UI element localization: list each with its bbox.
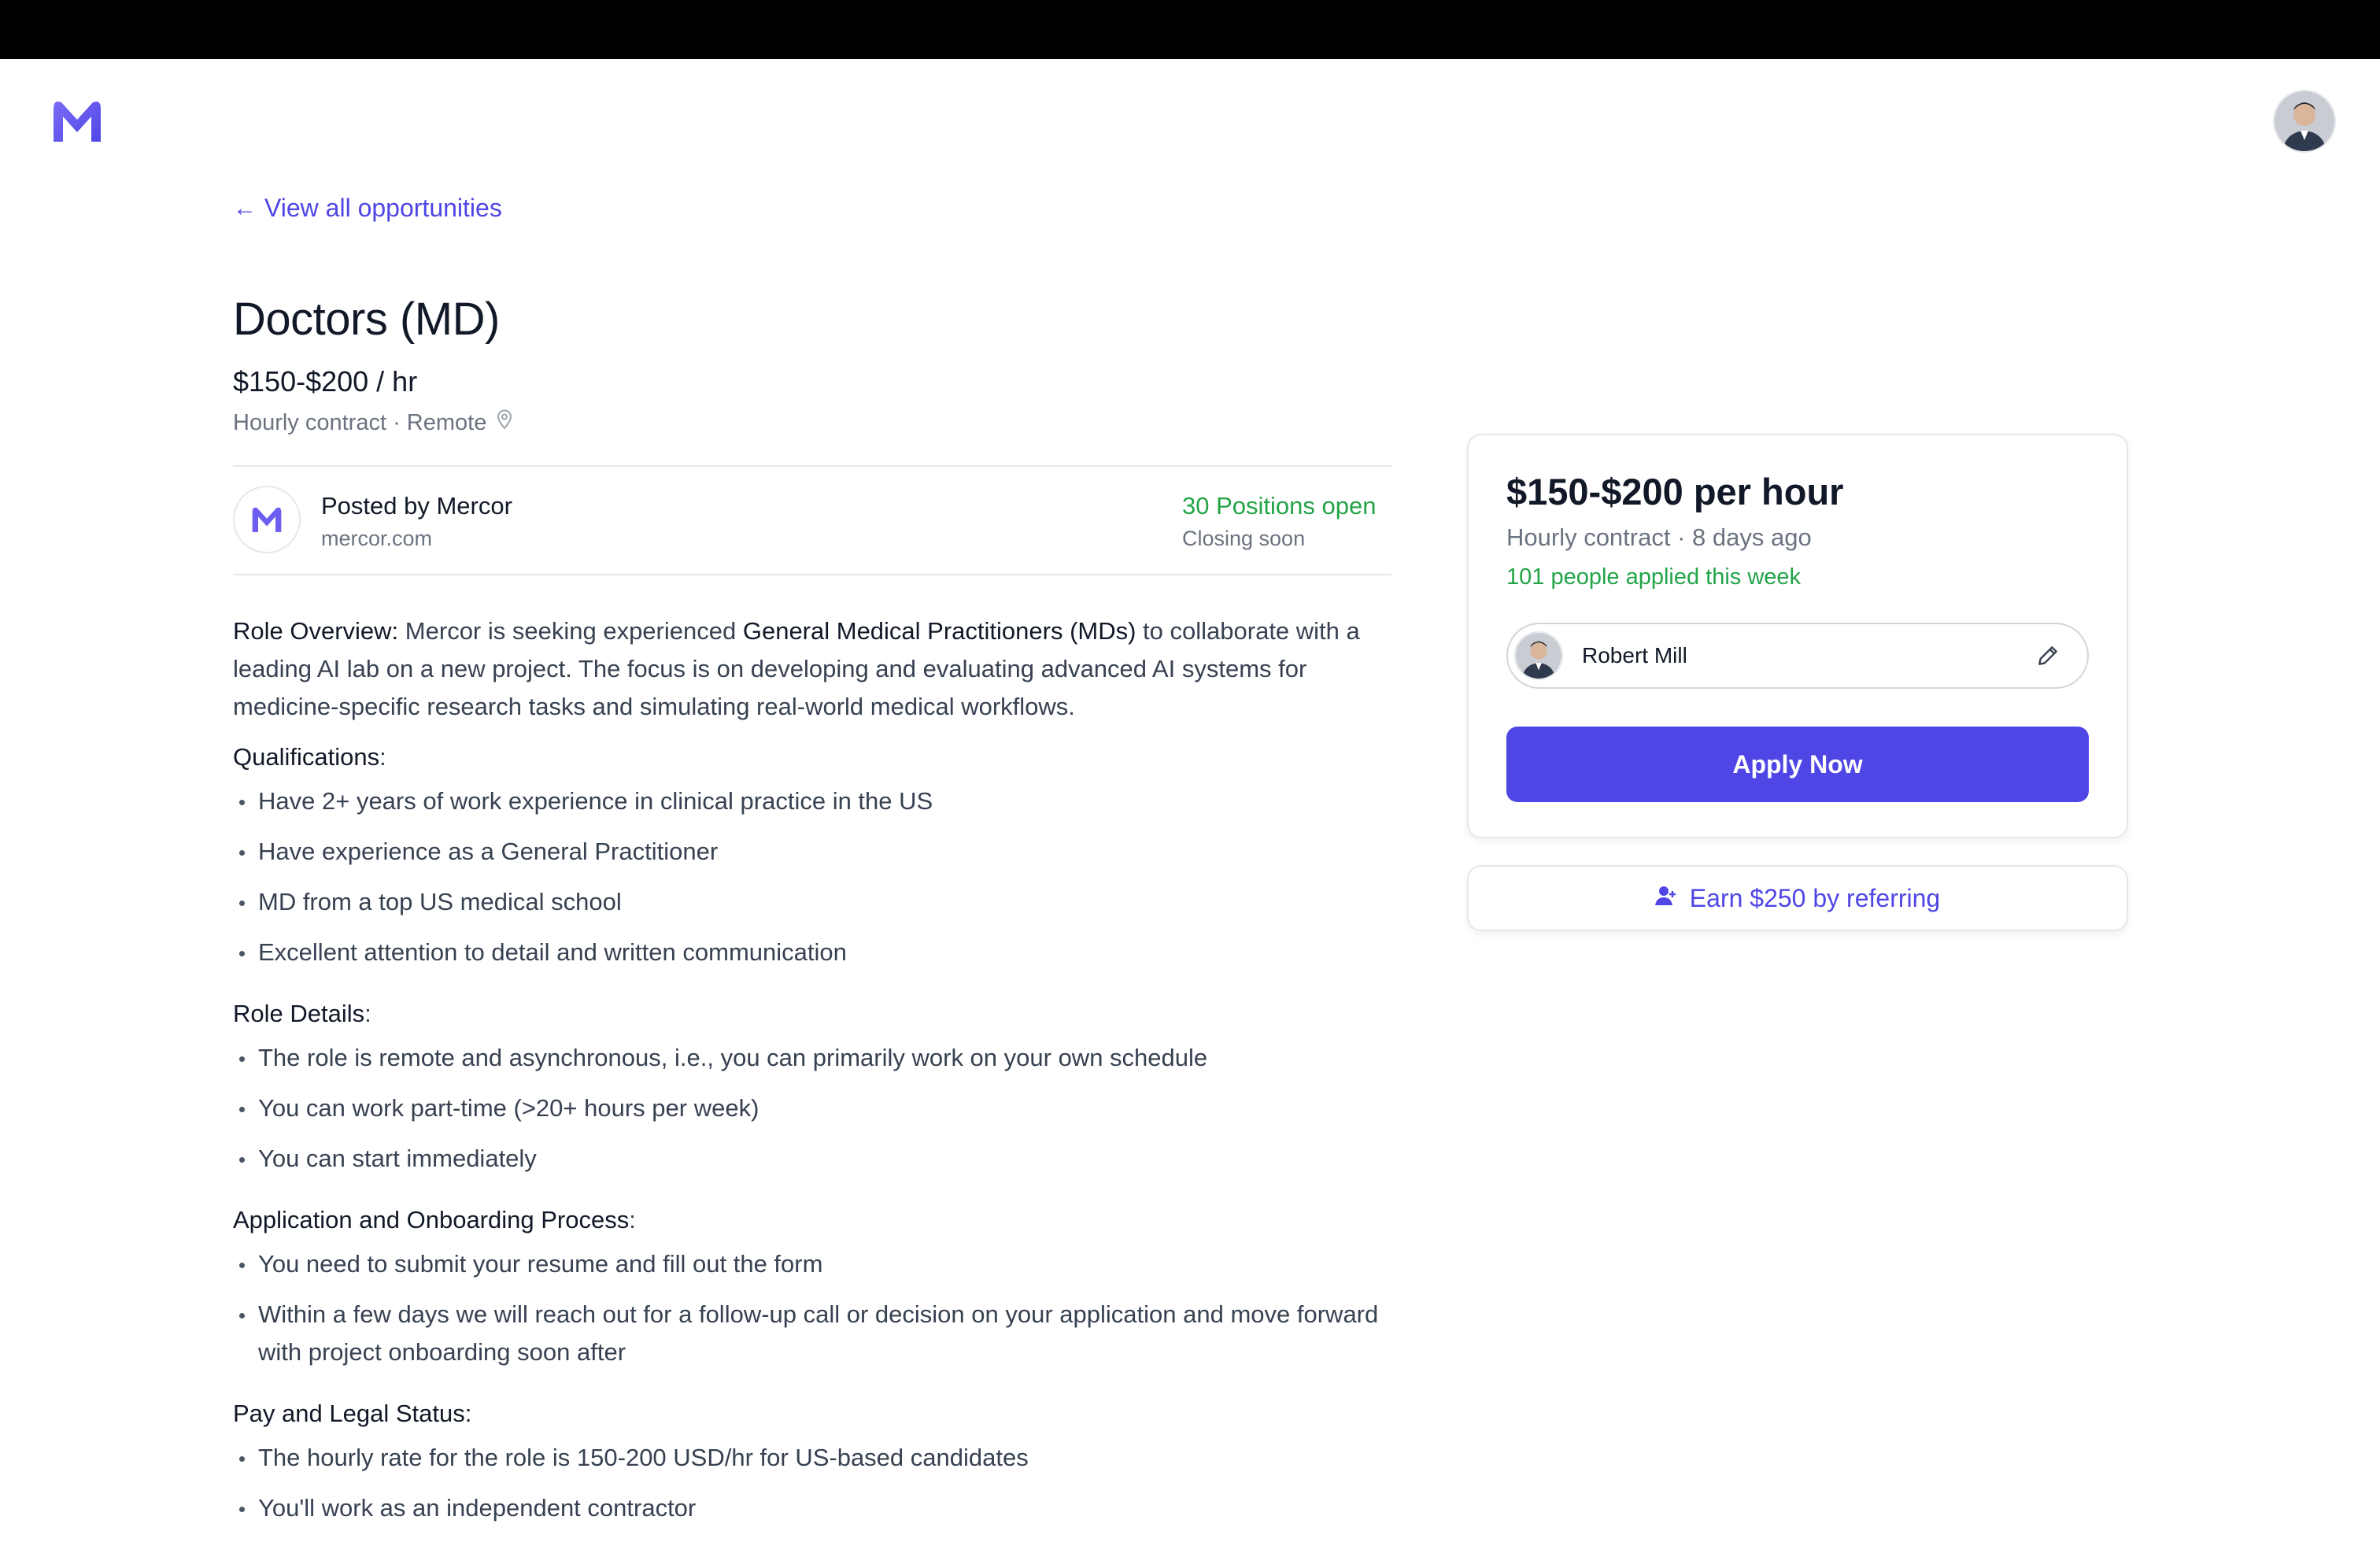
overview-label: Role Overview: bbox=[233, 617, 399, 645]
section-heading-onboarding: Application and Onboarding Process: bbox=[233, 1201, 1398, 1239]
section-title: Qualifications bbox=[233, 743, 380, 771]
poster-name: Posted by Mercor bbox=[321, 492, 512, 520]
applicants-count: 101 people applied this week bbox=[1506, 564, 1802, 590]
list-item: The role is remote and asynchronous, i.e… bbox=[233, 1039, 1398, 1077]
mercor-small-logo-icon bbox=[233, 486, 301, 553]
apply-card: $150-$200 per hour Hourly contract · 8 d… bbox=[1467, 434, 2128, 838]
pencil-icon[interactable] bbox=[2032, 640, 2064, 671]
list-item: Have 2+ years of work experience in clin… bbox=[233, 782, 1398, 820]
section-title: Application and Onboarding Process bbox=[233, 1206, 630, 1233]
list-item: You need to submit your resume and fill … bbox=[233, 1245, 1398, 1283]
applicant-selector[interactable]: Robert Mill bbox=[1506, 623, 2089, 689]
poster-domain: mercor.com bbox=[321, 527, 433, 550]
card-meta: Hourly contract · 8 days ago bbox=[1506, 523, 1812, 551]
onboarding-list: You need to submit your resume and fill … bbox=[233, 1245, 1398, 1371]
top-black-bar bbox=[0, 0, 2380, 59]
role-details-list: The role is remote and asynchronous, i.e… bbox=[233, 1039, 1398, 1178]
list-item: You can work part-time (>20+ hours per w… bbox=[233, 1089, 1398, 1127]
section-title: Role Details bbox=[233, 1000, 365, 1027]
poster-row: Posted by Mercor mercor.com 30 Positions… bbox=[233, 465, 1391, 575]
qualifications-list: Have 2+ years of work experience in clin… bbox=[233, 782, 1398, 971]
mercor-logo-icon[interactable] bbox=[49, 96, 105, 146]
section-colon: : bbox=[379, 743, 386, 771]
overview-highlight: General Medical Practitioners (MDs) bbox=[742, 617, 1136, 645]
positions-open: 30 Positions open bbox=[1182, 492, 1377, 520]
list-item: Within a few days we will reach out for … bbox=[233, 1296, 1398, 1371]
profile-avatar[interactable] bbox=[2273, 90, 2336, 153]
applicant-name: Robert Mill bbox=[1582, 643, 1687, 668]
avatar bbox=[1514, 631, 1563, 680]
section-colon: : bbox=[629, 1206, 636, 1233]
pay-legal-list: The hourly rate for the role is 150-200 … bbox=[233, 1439, 1398, 1527]
list-item: You'll work as an independent contractor bbox=[233, 1489, 1398, 1527]
list-item: Have experience as a General Practitione… bbox=[233, 833, 1398, 871]
list-item: The hourly rate for the role is 150-200 … bbox=[233, 1439, 1398, 1477]
section-title: Pay and Legal Status: bbox=[233, 1400, 472, 1427]
back-link-label: View all opportunities bbox=[264, 194, 502, 222]
section-colon: : bbox=[364, 1000, 371, 1027]
view-all-opportunities-link[interactable]: ← View all opportunities bbox=[233, 194, 502, 223]
section-heading-pay-legal: Pay and Legal Status: bbox=[233, 1395, 1398, 1433]
user-plus-icon bbox=[1654, 884, 1679, 913]
role-overview: Role Overview: Mercor is seeking experie… bbox=[233, 612, 1398, 726]
card-price: $150-$200 per hour bbox=[1506, 471, 1844, 512]
list-item: You can start immediately bbox=[233, 1140, 1398, 1178]
job-rate: $150-$200 / hr bbox=[233, 365, 418, 398]
list-item: MD from a top US medical school bbox=[233, 883, 1398, 921]
contract-type: Hourly contract · Remote bbox=[233, 409, 487, 435]
closing-status: Closing soon bbox=[1182, 527, 1306, 550]
section-heading-role-details: Role Details: bbox=[233, 995, 1398, 1033]
section-heading-qualifications: Qualifications: bbox=[233, 738, 1398, 776]
map-pin-icon bbox=[496, 409, 513, 436]
apply-now-button[interactable]: Apply Now bbox=[1506, 727, 2089, 802]
arrow-left-icon: ← bbox=[233, 194, 257, 221]
referral-button[interactable]: Earn $250 by referring bbox=[1467, 865, 2128, 931]
job-description: Role Overview: Mercor is seeking experie… bbox=[233, 612, 1398, 1527]
list-item: Excellent attention to detail and writte… bbox=[233, 934, 1398, 971]
job-meta: Hourly contract · Remote bbox=[233, 409, 513, 436]
overview-text-1: Mercor is seeking experienced bbox=[398, 617, 743, 645]
job-title: Doctors (MD) bbox=[233, 294, 500, 345]
referral-label: Earn $250 by referring bbox=[1689, 883, 1941, 912]
